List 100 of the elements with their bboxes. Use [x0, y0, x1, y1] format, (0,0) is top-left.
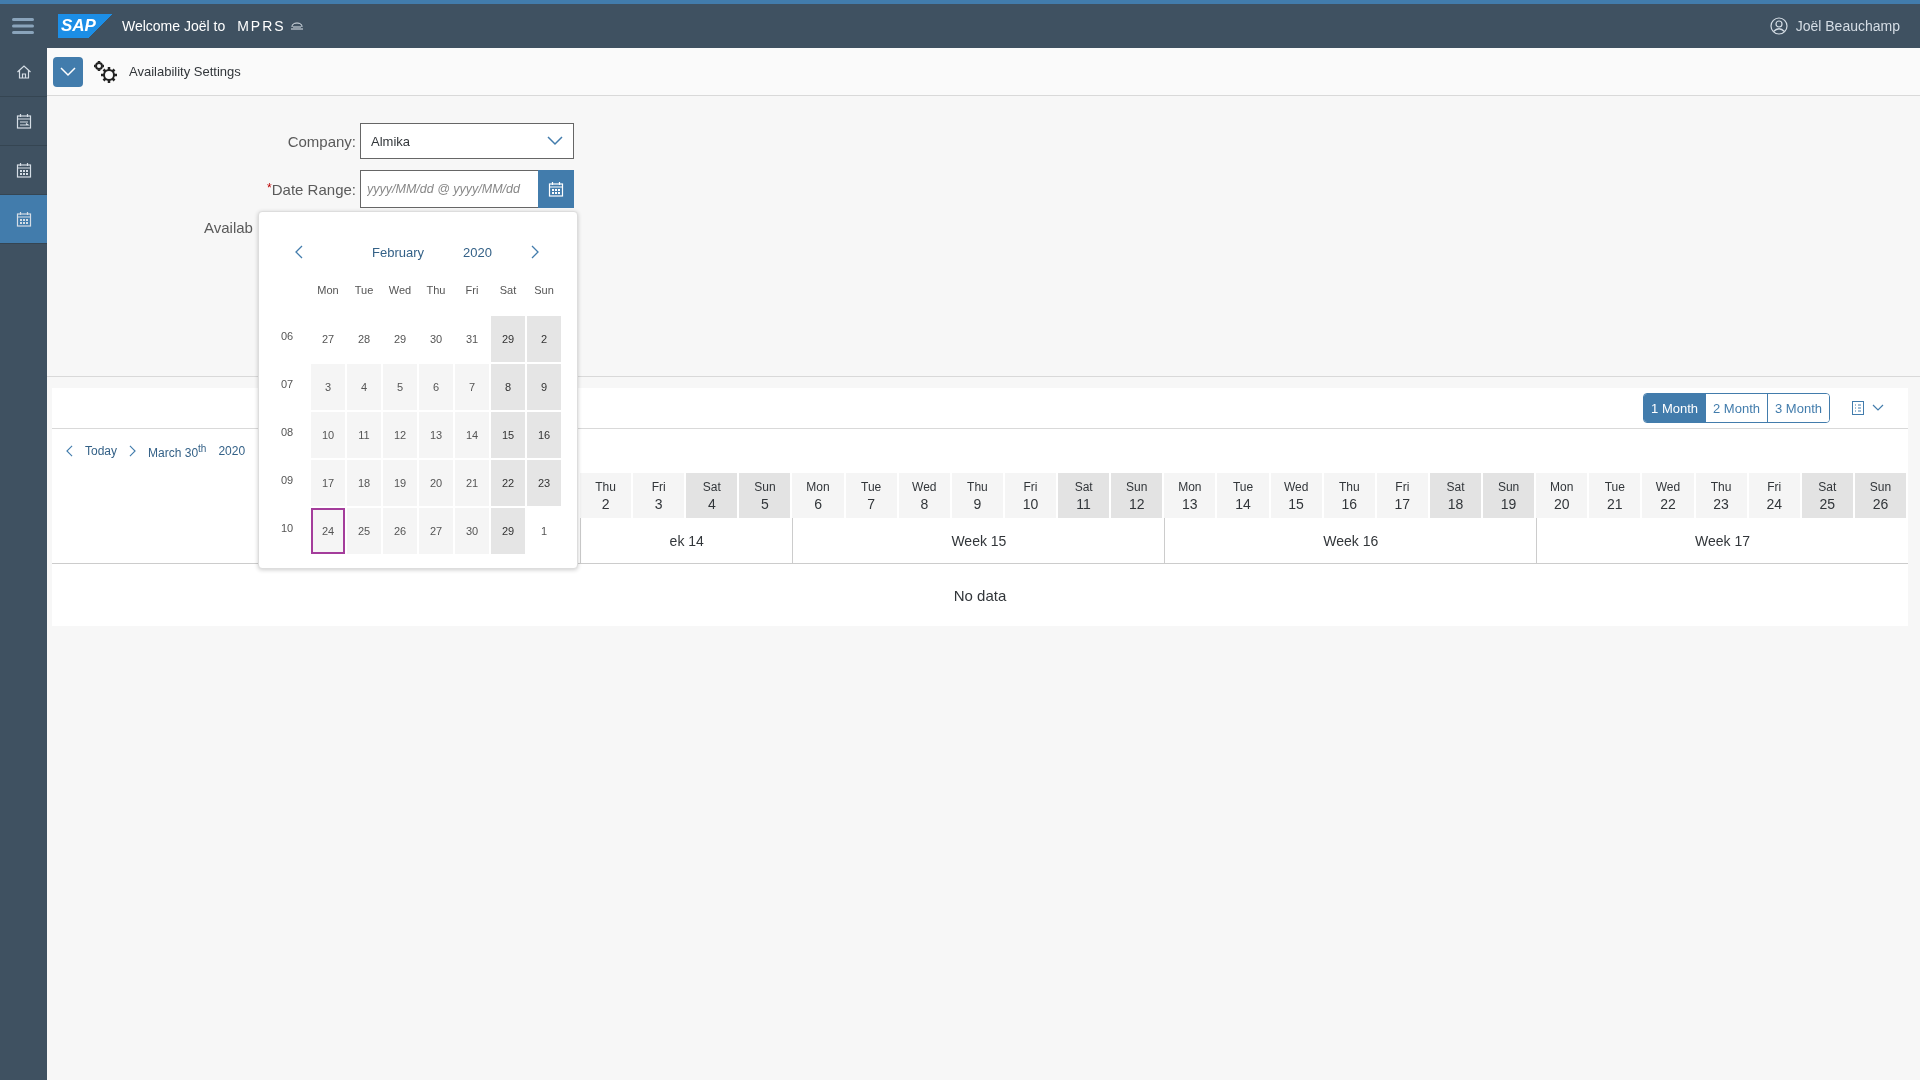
- day-header: Fri 3: [633, 473, 687, 518]
- logo: SAP: [58, 14, 112, 38]
- day-cell[interactable]: 13: [419, 412, 453, 458]
- day-header: Sat 4: [686, 473, 740, 518]
- welcome-text: Welcome Joël to: [121, 18, 226, 34]
- weekday-label: Sat: [498, 283, 518, 298]
- day-header: Sat 25: [1801, 473, 1855, 518]
- page-title: Availability Settings: [129, 64, 241, 79]
- day-cell[interactable]: 19: [383, 460, 417, 506]
- day-cell[interactable]: 9: [527, 364, 561, 410]
- no-data-text: No data: [953, 586, 1007, 604]
- week-number: 10: [281, 521, 295, 536]
- gears-icon: [93, 59, 119, 84]
- calendar-icon: [15, 162, 32, 178]
- company-select[interactable]: Almika: [360, 123, 574, 159]
- day-header: Mon 20: [1536, 473, 1590, 518]
- date-range-field[interactable]: yyyy/MM/dd @ yyyy/MM/dd: [360, 170, 538, 208]
- year-link[interactable]: 2020: [218, 444, 246, 458]
- week-header: Week 15: [792, 518, 1165, 564]
- week-header: Week 17: [1536, 518, 1908, 564]
- day-header: Sun 5: [739, 473, 793, 518]
- weekday-label: Fri: [464, 283, 480, 298]
- chevron-right-icon[interactable]: [531, 245, 539, 259]
- weekday-label: Mon: [316, 283, 340, 298]
- chevron-down-icon: [60, 66, 76, 77]
- calendar-icon: [548, 181, 564, 197]
- day-cell[interactable]: 15: [491, 412, 525, 458]
- chevron-down-icon: [547, 136, 563, 146]
- day-cell[interactable]: 4: [347, 364, 381, 410]
- day-header: Mon 13: [1164, 473, 1218, 518]
- day-header: Wed 22: [1642, 473, 1696, 518]
- list-icon: [1852, 401, 1864, 415]
- weekday-label: Wed: [387, 283, 413, 298]
- day-header: Fri 17: [1376, 473, 1430, 518]
- calendar-icon: [15, 113, 32, 129]
- day-cell[interactable]: 16: [527, 412, 561, 458]
- day-cell[interactable]: 30: [455, 508, 489, 554]
- expand-button[interactable]: [53, 56, 83, 87]
- user-name[interactable]: Joël Beauchamp: [1795, 18, 1900, 34]
- calendar-button[interactable]: [538, 170, 574, 208]
- day-cell[interactable]: 8: [491, 364, 525, 410]
- day-cell[interactable]: 29: [491, 508, 525, 554]
- day-cell[interactable]: 25: [347, 508, 381, 554]
- weekday-label: Tue: [353, 283, 375, 298]
- day-cell[interactable]: 6: [419, 364, 453, 410]
- range-button[interactable]: 3 Month: [1767, 394, 1829, 422]
- day-header: Thu 16: [1323, 473, 1377, 518]
- day-cell[interactable]: 5: [383, 364, 417, 410]
- week-header: ek 14: [580, 518, 793, 564]
- day-cell[interactable]: 29: [491, 316, 525, 362]
- day-cell[interactable]: 11: [347, 412, 381, 458]
- day-header: Fri 24: [1748, 473, 1802, 518]
- day-header: Sun 12: [1111, 473, 1165, 518]
- user-icon[interactable]: [1769, 17, 1788, 35]
- day-header: Wed 15: [1270, 473, 1324, 518]
- week-number: 06: [281, 329, 295, 344]
- day-header: Thu 9: [951, 473, 1005, 518]
- day-cell[interactable]: 2: [527, 316, 561, 362]
- week-header: Week 16: [1164, 518, 1537, 564]
- week-number: 09: [281, 473, 295, 488]
- chevron-right-icon[interactable]: [129, 445, 137, 457]
- day-cell[interactable]: 22: [491, 460, 525, 506]
- day-cell[interactable]: 21: [455, 460, 489, 506]
- menu-icon[interactable]: [12, 18, 34, 34]
- day-cell[interactable]: 27: [419, 508, 453, 554]
- day-cell[interactable]: 23: [527, 460, 561, 506]
- range-button[interactable]: 1 Month: [1644, 394, 1706, 422]
- weekday-label: Thu: [425, 283, 447, 298]
- year-button[interactable]: 2020: [463, 244, 492, 260]
- date-link[interactable]: March 30$^{th}$: [148, 442, 207, 460]
- month-button[interactable]: February: [372, 244, 425, 260]
- day-cell[interactable]: 7: [455, 364, 489, 410]
- day-cell[interactable]: 3: [311, 364, 345, 410]
- day-header: Tue 7: [845, 473, 899, 518]
- product-name: MPRS: [237, 18, 286, 34]
- day-header: Tue 14: [1217, 473, 1271, 518]
- day-cell[interactable]: 20: [419, 460, 453, 506]
- company-label: Company:: [287, 132, 357, 150]
- day-cell[interactable]: 14: [455, 412, 489, 458]
- day-header: Fri 10: [1004, 473, 1059, 518]
- calendar-icon: [15, 211, 32, 227]
- week-number: 08: [281, 425, 295, 440]
- weekday-label: Sun: [533, 283, 555, 298]
- day-cell[interactable]: 17: [311, 460, 345, 506]
- day-cell[interactable]: 24: [311, 508, 345, 554]
- week-number: 07: [281, 377, 295, 392]
- day-header: Thu 2: [580, 473, 634, 518]
- today-link[interactable]: Today: [85, 444, 118, 458]
- day-header: Sat 18: [1429, 473, 1484, 518]
- day-cell[interactable]: 18: [347, 460, 381, 506]
- day-header: Sat 11: [1058, 473, 1112, 518]
- sidebar-item[interactable]: [0, 195, 47, 244]
- chevron-left-icon[interactable]: [66, 445, 73, 457]
- chevron-down-icon: [1872, 404, 1884, 412]
- day-header: Wed 8: [898, 473, 952, 518]
- day-cell[interactable]: 12: [383, 412, 417, 458]
- day-cell[interactable]: 26: [383, 508, 417, 554]
- chevron-left-icon[interactable]: [295, 245, 303, 259]
- day-cell[interactable]: 10: [311, 412, 345, 458]
- day-header: Sun 26: [1854, 473, 1908, 518]
